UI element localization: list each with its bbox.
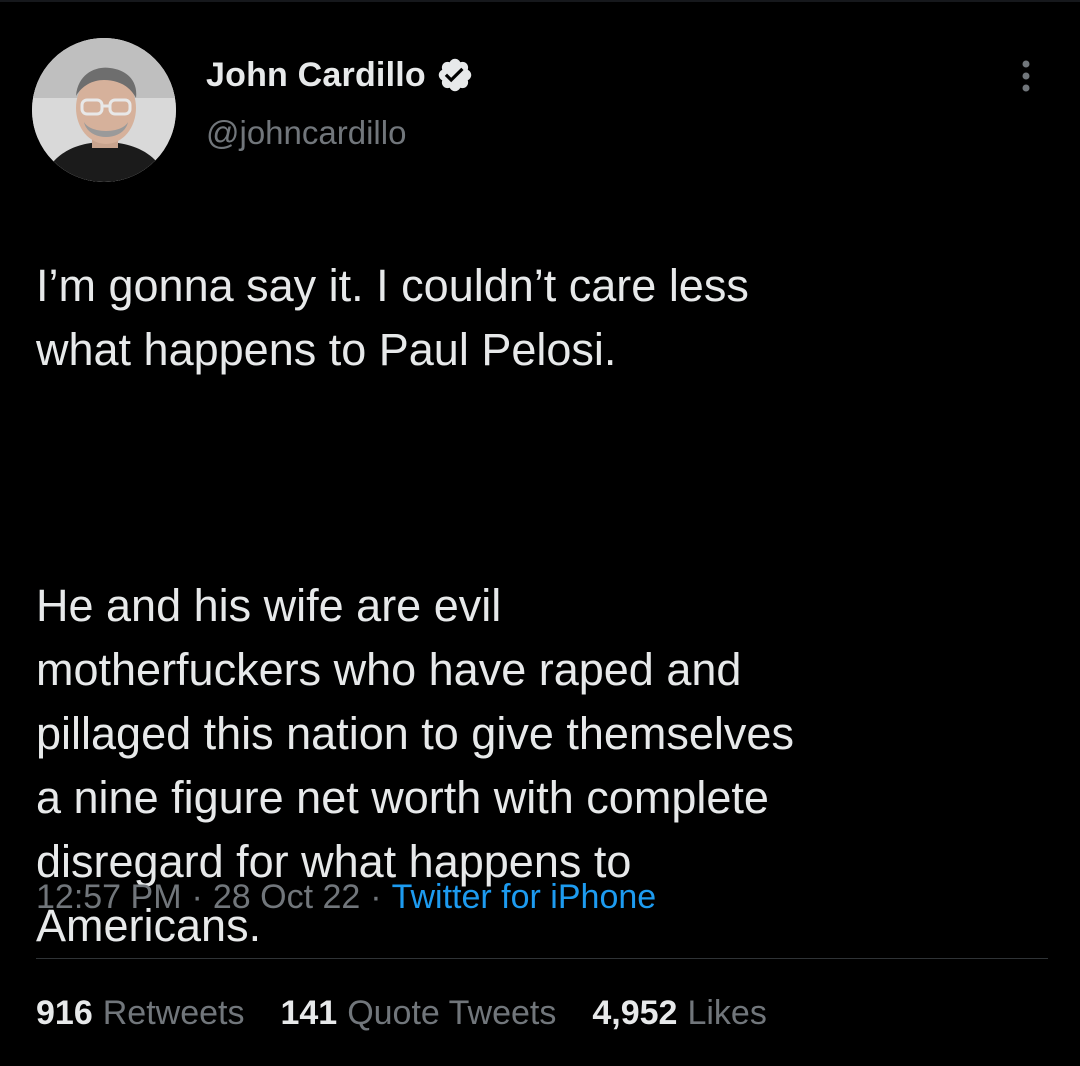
avatar-photo bbox=[32, 38, 176, 182]
top-border bbox=[0, 0, 1080, 2]
more-dots-icon[interactable] bbox=[1008, 56, 1044, 96]
tweet-source-link[interactable]: Twitter for iPhone bbox=[392, 878, 657, 916]
tweet-metadata: 12:57 PM · 28 Oct 22 · Twitter for iPhone bbox=[36, 878, 656, 917]
meta-separator: · bbox=[191, 878, 203, 916]
tweet-time[interactable]: 12:57 PM bbox=[36, 878, 182, 916]
engagement-stats: 916 Retweets 141 Quote Tweets 4,952 Likes bbox=[36, 994, 767, 1033]
tweet-paragraph: I’m gonna say it. I couldn’t care less w… bbox=[36, 260, 749, 375]
tweet-card: John Cardillo @johncardillo I’m gonna sa… bbox=[0, 0, 1080, 1066]
retweets-stat[interactable]: 916 Retweets bbox=[36, 994, 244, 1033]
quote-tweets-stat[interactable]: 141 Quote Tweets bbox=[280, 994, 556, 1033]
avatar[interactable] bbox=[32, 38, 176, 182]
author-handle[interactable]: @johncardillo bbox=[206, 114, 406, 152]
meta-separator: · bbox=[370, 878, 382, 916]
tweet-date[interactable]: 28 Oct 22 bbox=[213, 878, 360, 916]
retweets-label: Retweets bbox=[102, 994, 245, 1032]
likes-stat[interactable]: 4,952 Likes bbox=[592, 994, 766, 1033]
quote-tweets-count: 141 bbox=[280, 994, 338, 1032]
likes-label: Likes bbox=[687, 994, 767, 1032]
retweets-count: 916 bbox=[36, 994, 93, 1032]
stats-divider bbox=[36, 958, 1048, 959]
quote-tweets-label: Quote Tweets bbox=[347, 994, 557, 1032]
likes-count: 4,952 bbox=[592, 994, 678, 1032]
author-name-row[interactable]: John Cardillo bbox=[206, 52, 474, 98]
verified-badge-icon bbox=[436, 56, 474, 94]
display-name[interactable]: John Cardillo bbox=[206, 56, 426, 95]
